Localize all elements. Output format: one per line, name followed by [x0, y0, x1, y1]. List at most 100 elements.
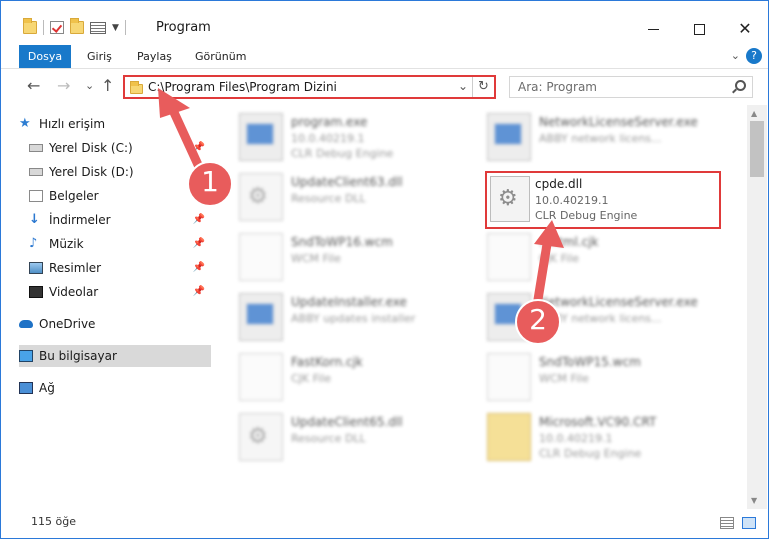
sidebar-item-label: Belgeler — [49, 189, 99, 203]
list-item[interactable]: SndToWP16.wcm WCM File — [239, 233, 479, 289]
sidebar-item-label: İndirmeler — [49, 213, 111, 227]
new-folder-icon[interactable] — [70, 18, 84, 34]
up-arrow-icon[interactable]: ↑ — [101, 76, 114, 95]
tab-file[interactable]: Dosya — [19, 45, 71, 68]
list-item[interactable]: ...html.cjk CJK File — [487, 233, 727, 289]
minimize-button[interactable] — [630, 15, 676, 43]
file-name: NetworkLicenseServer.exe — [539, 115, 698, 129]
file-name: FastKorn.cjk — [291, 355, 363, 369]
ribbon-expand-chevron-icon[interactable]: ⌄ — [731, 49, 740, 62]
page-icon — [487, 353, 531, 401]
file-name: UpdateInstaller.exe — [291, 295, 407, 309]
file-name: program.exe — [291, 115, 368, 129]
tab-view[interactable]: Görünüm — [193, 45, 248, 68]
drive-icon — [29, 144, 43, 152]
customize-toolbar-chevron-icon[interactable]: ▼ — [112, 23, 119, 33]
list-item[interactable]: UpdateInstaller.exe ABBY updates install… — [239, 293, 479, 349]
sidebar-item-local-disk-c[interactable]: Yerel Disk (C:) 📌 — [29, 137, 211, 159]
sidebar-item-downloads[interactable]: ↓ İndirmeler 📌 — [29, 209, 211, 231]
search-icon[interactable] — [735, 80, 746, 91]
pin-icon[interactable]: 📌 — [193, 238, 205, 249]
scrollbar-thumb[interactable] — [750, 121, 764, 177]
vertical-scrollbar[interactable]: ▲ ▼ — [747, 105, 767, 509]
window-title: Program — [156, 20, 211, 35]
pin-icon[interactable]: 📌 — [193, 214, 205, 225]
toolbar-separator — [43, 20, 44, 35]
forward-arrow-icon[interactable]: → — [57, 76, 70, 95]
file-version: 10.0.40219.1 — [535, 194, 609, 207]
sidebar-item-videos[interactable]: Videolar 📌 — [29, 281, 211, 303]
network-icon — [19, 382, 33, 394]
pin-icon[interactable]: 📌 — [193, 286, 205, 297]
file-name: UpdateClient63.dll — [291, 175, 403, 189]
refresh-icon[interactable]: ↻ — [472, 77, 494, 97]
download-icon: ↓ — [29, 212, 40, 227]
list-item[interactable]: UpdateClient63.dll Resource DLL — [239, 173, 479, 229]
maximize-button[interactable] — [676, 15, 722, 43]
recent-locations-chevron-icon[interactable]: ⌄ — [85, 79, 94, 92]
scroll-up-arrow-icon[interactable]: ▲ — [751, 109, 757, 118]
file-description: WCM File — [539, 372, 589, 385]
properties-check-icon[interactable] — [50, 21, 64, 34]
list-item[interactable]: SndToWP15.wcm WCM File — [487, 353, 727, 409]
search-input[interactable]: Ara: Program — [509, 76, 753, 98]
file-description: CJK File — [539, 252, 580, 265]
sidebar-item-pictures[interactable]: Resimler 📌 — [29, 257, 211, 279]
title-bar: ▼ Program ✕ — [1, 1, 768, 45]
sidebar-item-quick-access[interactable]: ★ Hızlı erişim — [19, 113, 211, 135]
pin-icon[interactable]: 📌 — [193, 142, 205, 153]
onedrive-icon — [19, 320, 33, 328]
tab-home[interactable]: Giriş — [85, 45, 114, 68]
pin-icon[interactable]: 📌 — [193, 262, 205, 273]
annotation-badge-2: 2 — [529, 303, 547, 336]
address-dropdown-chevron-icon[interactable]: ⌄ — [458, 79, 468, 93]
file-list: program.exe 10.0.40219.1 CLR Debug Engin… — [217, 105, 747, 509]
large-icons-view-icon[interactable] — [742, 517, 756, 529]
details-view-icon[interactable] — [720, 517, 734, 529]
list-item[interactable]: Microsoft.VC90.CRT 10.0.40219.1 CLR Debu… — [487, 413, 727, 469]
address-path[interactable]: C:\Program Files\Program Dizini — [148, 80, 337, 94]
drive-icon — [29, 168, 43, 176]
back-arrow-icon[interactable]: ← — [27, 76, 40, 95]
scroll-down-arrow-icon[interactable]: ▼ — [751, 496, 757, 505]
folder-icon[interactable] — [23, 18, 37, 34]
sidebar-item-label: Videolar — [49, 285, 99, 299]
tab-share[interactable]: Paylaş — [135, 45, 174, 68]
help-icon[interactable]: ? — [746, 48, 762, 64]
file-description: ABBY updates installer — [291, 312, 416, 325]
sidebar-item-onedrive[interactable]: OneDrive — [19, 313, 211, 335]
sidebar-item-label: Yerel Disk (C:) — [49, 141, 133, 155]
file-description: Resource DLL — [291, 432, 366, 445]
address-bar[interactable]: C:\Program Files\Program Dizini ⌄ ↻ — [123, 75, 496, 99]
close-button[interactable]: ✕ — [722, 15, 768, 43]
pictures-icon — [29, 262, 43, 274]
sidebar-item-local-disk-d[interactable]: Yerel Disk (D:) — [29, 161, 211, 183]
ribbon-tabs: Dosya Giriş Paylaş Görünüm ⌄ ? — [1, 45, 768, 69]
file-description: CLR Debug Engine — [539, 447, 642, 460]
sidebar-item-this-pc[interactable]: Bu bilgisayar — [19, 345, 211, 367]
search-placeholder: Ara: Program — [518, 80, 597, 94]
quick-access-toolbar: ▼ — [23, 18, 126, 35]
file-version: 10.0.40219.1 — [539, 432, 613, 445]
file-description: CLR Debug Engine — [535, 209, 638, 222]
highlighted-file-item[interactable]: cpde.dll 10.0.40219.1 CLR Debug Engine — [485, 171, 721, 229]
sidebar-item-music[interactable]: ♪ Müzik 📌 — [29, 233, 211, 255]
list-item[interactable]: NetworkLicenseServer.exe ABBY network li… — [487, 293, 727, 349]
properties-list-icon[interactable] — [90, 21, 106, 34]
sidebar-item-label: Resimler — [49, 261, 102, 275]
list-item[interactable]: NetworkLicenseServer.exe ABBY network li… — [487, 113, 727, 169]
page-icon — [487, 233, 531, 281]
sidebar-item-label: OneDrive — [39, 317, 96, 331]
gear-file-icon — [239, 173, 283, 221]
sidebar-item-network[interactable]: Ağ — [19, 377, 211, 399]
file-description: ABBY network licens... — [539, 312, 662, 325]
sidebar-item-label: Yerel Disk (D:) — [49, 165, 134, 179]
list-item[interactable]: FastKorn.cjk CJK File — [239, 353, 479, 409]
file-name: Microsoft.VC90.CRT — [539, 415, 657, 429]
navigation-bar: ← → ⌄ ↑ C:\Program Files\Program Dizini … — [1, 70, 768, 104]
list-item[interactable]: program.exe 10.0.40219.1 CLR Debug Engin… — [239, 113, 479, 169]
star-icon: ★ — [19, 116, 31, 131]
file-name: SndToWP16.wcm — [291, 235, 393, 249]
sidebar-item-documents[interactable]: Belgeler — [29, 185, 211, 207]
list-item[interactable]: UpdateClient65.dll Resource DLL — [239, 413, 479, 469]
